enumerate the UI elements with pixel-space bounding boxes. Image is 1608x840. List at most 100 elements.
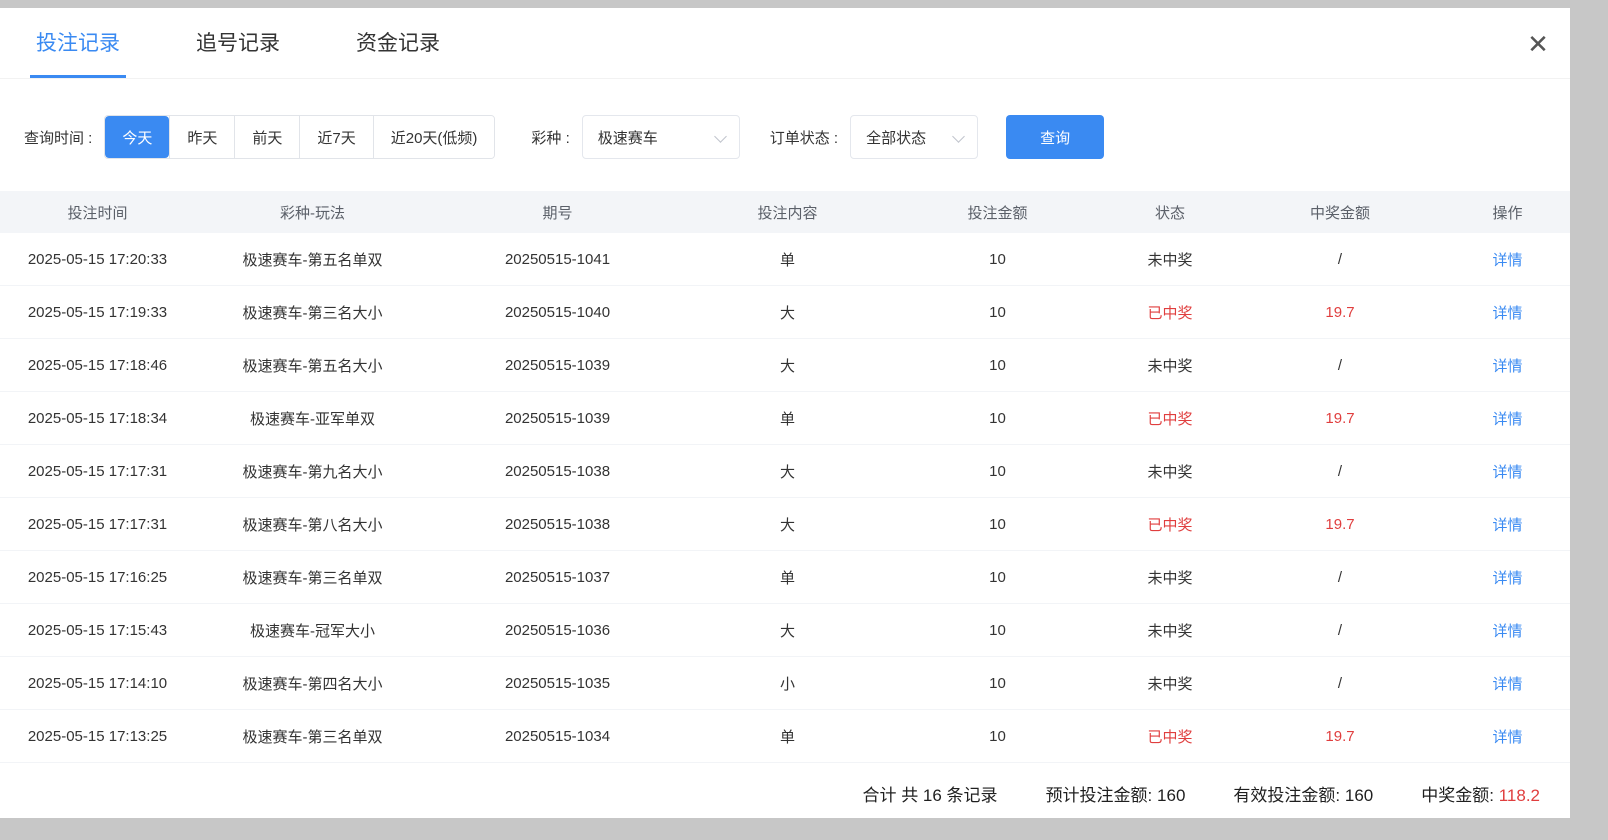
table-row: 2025-05-15 17:20:33极速赛车-第五名单双20250515-10… [0,233,1570,286]
time-last7days-button[interactable]: 近7天 [299,116,372,158]
win-amount-label: 中奖金额: [1421,786,1494,805]
cell-bet-time: 2025-05-15 17:15:43 [0,622,195,639]
table-row: 2025-05-15 17:17:31极速赛车-第九名大小20250515-10… [0,445,1570,498]
expected-amount-text: 预计投注金额: 160 [1046,781,1186,806]
header-cell: 中奖金额 [1235,202,1445,223]
summary-bar: 合计 共 16 条记录 预计投注金额: 160 有效投注金额: 160 中奖金额… [0,767,1570,819]
time-yesterday-button[interactable]: 昨天 [169,116,234,158]
records-modal: 投注记录 追号记录 资金记录 ✕ 查询时间 : 今天 昨天 前天 近7天 近20… [0,8,1570,818]
time-today-button[interactable]: 今天 [105,116,169,158]
cell-game-play: 极速赛车-第三名大小 [195,302,430,323]
close-icon[interactable]: ✕ [1520,26,1556,62]
cell-issue-number: 20250515-1041 [430,251,685,268]
tab-fund-records[interactable]: 资金记录 [350,8,446,78]
cell-issue-number: 20250515-1036 [430,622,685,639]
cell-status: 未中奖 [1105,355,1235,376]
cell-status: 已中奖 [1105,726,1235,747]
cell-bet-content: 单 [685,249,890,270]
detail-link[interactable]: 详情 [1492,623,1522,640]
cell-game-play: 极速赛车-第三名单双 [195,726,430,747]
expected-amount-value: 160 [1157,786,1185,805]
detail-link[interactable]: 详情 [1492,411,1522,428]
table-header-row: 投注时间 彩种-玩法 期号 投注内容 投注金额 状态 中奖金额 操作 [0,191,1570,233]
order-status-label: 订单状态 : [770,127,838,148]
cell-bet-time: 2025-05-15 17:13:25 [0,728,195,745]
table-row: 2025-05-15 17:18:34极速赛车-亚军单双20250515-103… [0,392,1570,445]
cell-win-amount: / [1235,251,1445,268]
lottery-select[interactable]: 极速赛车 [582,115,740,159]
cell-game-play: 极速赛车-第四名大小 [195,673,430,694]
cell-bet-time: 2025-05-15 17:17:31 [0,463,195,480]
cell-win-amount: 19.7 [1235,304,1445,321]
cell-bet-amount: 10 [890,569,1105,586]
cell-win-amount: 19.7 [1235,728,1445,745]
detail-link[interactable]: 详情 [1492,464,1522,481]
win-amount-value: 118.2 [1499,786,1540,805]
cell-bet-time: 2025-05-15 17:20:33 [0,251,195,268]
tab-bet-records[interactable]: 投注记录 [30,8,126,78]
cell-issue-number: 20250515-1037 [430,569,685,586]
time-last20days-button[interactable]: 近20天(低频) [373,116,495,158]
cell-action: 详情 [1445,514,1570,535]
total-records-text: 合计 共 16 条记录 [862,781,997,806]
cell-bet-content: 大 [685,461,890,482]
cell-action: 详情 [1445,726,1570,747]
cell-bet-amount: 10 [890,463,1105,480]
valid-amount-text: 有效投注金额: 160 [1233,781,1373,806]
header-cell: 投注金额 [890,202,1105,223]
cell-win-amount: 19.7 [1235,410,1445,427]
cell-bet-content: 单 [685,726,890,747]
cell-bet-content: 大 [685,302,890,323]
win-amount-text: 中奖金额: 118.2 [1421,781,1540,806]
cell-win-amount: / [1235,675,1445,692]
cell-issue-number: 20250515-1038 [430,463,685,480]
cell-issue-number: 20250515-1038 [430,516,685,533]
header-cell: 投注时间 [0,202,195,223]
cell-bet-time: 2025-05-15 17:14:10 [0,675,195,692]
cell-status: 已中奖 [1105,408,1235,429]
cell-game-play: 极速赛车-第三名单双 [195,567,430,588]
detail-link[interactable]: 详情 [1492,305,1522,322]
table-body: 2025-05-15 17:20:33极速赛车-第五名单双20250515-10… [0,233,1570,763]
cell-action: 详情 [1445,673,1570,694]
cell-bet-amount: 10 [890,304,1105,321]
detail-link[interactable]: 详情 [1492,729,1522,746]
table-row: 2025-05-15 17:16:25极速赛车-第三名单双20250515-10… [0,551,1570,604]
cell-action: 详情 [1445,302,1570,323]
header-cell: 彩种-玩法 [195,202,430,223]
table-row: 2025-05-15 17:19:33极速赛车-第三名大小20250515-10… [0,286,1570,339]
cell-bet-content: 大 [685,514,890,535]
cell-status: 未中奖 [1105,249,1235,270]
cell-status: 未中奖 [1105,673,1235,694]
table-row: 2025-05-15 17:18:46极速赛车-第五名大小20250515-10… [0,339,1570,392]
table-row: 2025-05-15 17:17:31极速赛车-第八名大小20250515-10… [0,498,1570,551]
header-cell: 投注内容 [685,202,890,223]
bet-records-table: 投注时间 彩种-玩法 期号 投注内容 投注金额 状态 中奖金额 操作 2025-… [0,191,1570,763]
cell-bet-content: 单 [685,408,890,429]
lottery-type-label: 彩种 : [531,127,569,148]
search-button[interactable]: 查询 [1006,115,1104,159]
cell-bet-amount: 10 [890,516,1105,533]
cell-action: 详情 [1445,461,1570,482]
tab-chase-records[interactable]: 追号记录 [190,8,286,78]
detail-link[interactable]: 详情 [1492,252,1522,269]
detail-link[interactable]: 详情 [1492,570,1522,587]
cell-bet-time: 2025-05-15 17:16:25 [0,569,195,586]
detail-link[interactable]: 详情 [1492,517,1522,534]
detail-link[interactable]: 详情 [1492,676,1522,693]
chevron-down-icon [952,130,965,143]
cell-game-play: 极速赛车-亚军单双 [195,408,430,429]
cell-bet-content: 大 [685,620,890,641]
cell-bet-time: 2025-05-15 17:18:34 [0,410,195,427]
header-cell: 状态 [1105,202,1235,223]
cell-status: 已中奖 [1105,302,1235,323]
cell-issue-number: 20250515-1034 [430,728,685,745]
time-daybefore-button[interactable]: 前天 [234,116,299,158]
cell-status: 未中奖 [1105,620,1235,641]
cell-bet-amount: 10 [890,410,1105,427]
status-select[interactable]: 全部状态 [850,115,978,159]
table-row: 2025-05-15 17:15:43极速赛车-冠军大小20250515-103… [0,604,1570,657]
cell-bet-time: 2025-05-15 17:19:33 [0,304,195,321]
cell-issue-number: 20250515-1040 [430,304,685,321]
detail-link[interactable]: 详情 [1492,358,1522,375]
